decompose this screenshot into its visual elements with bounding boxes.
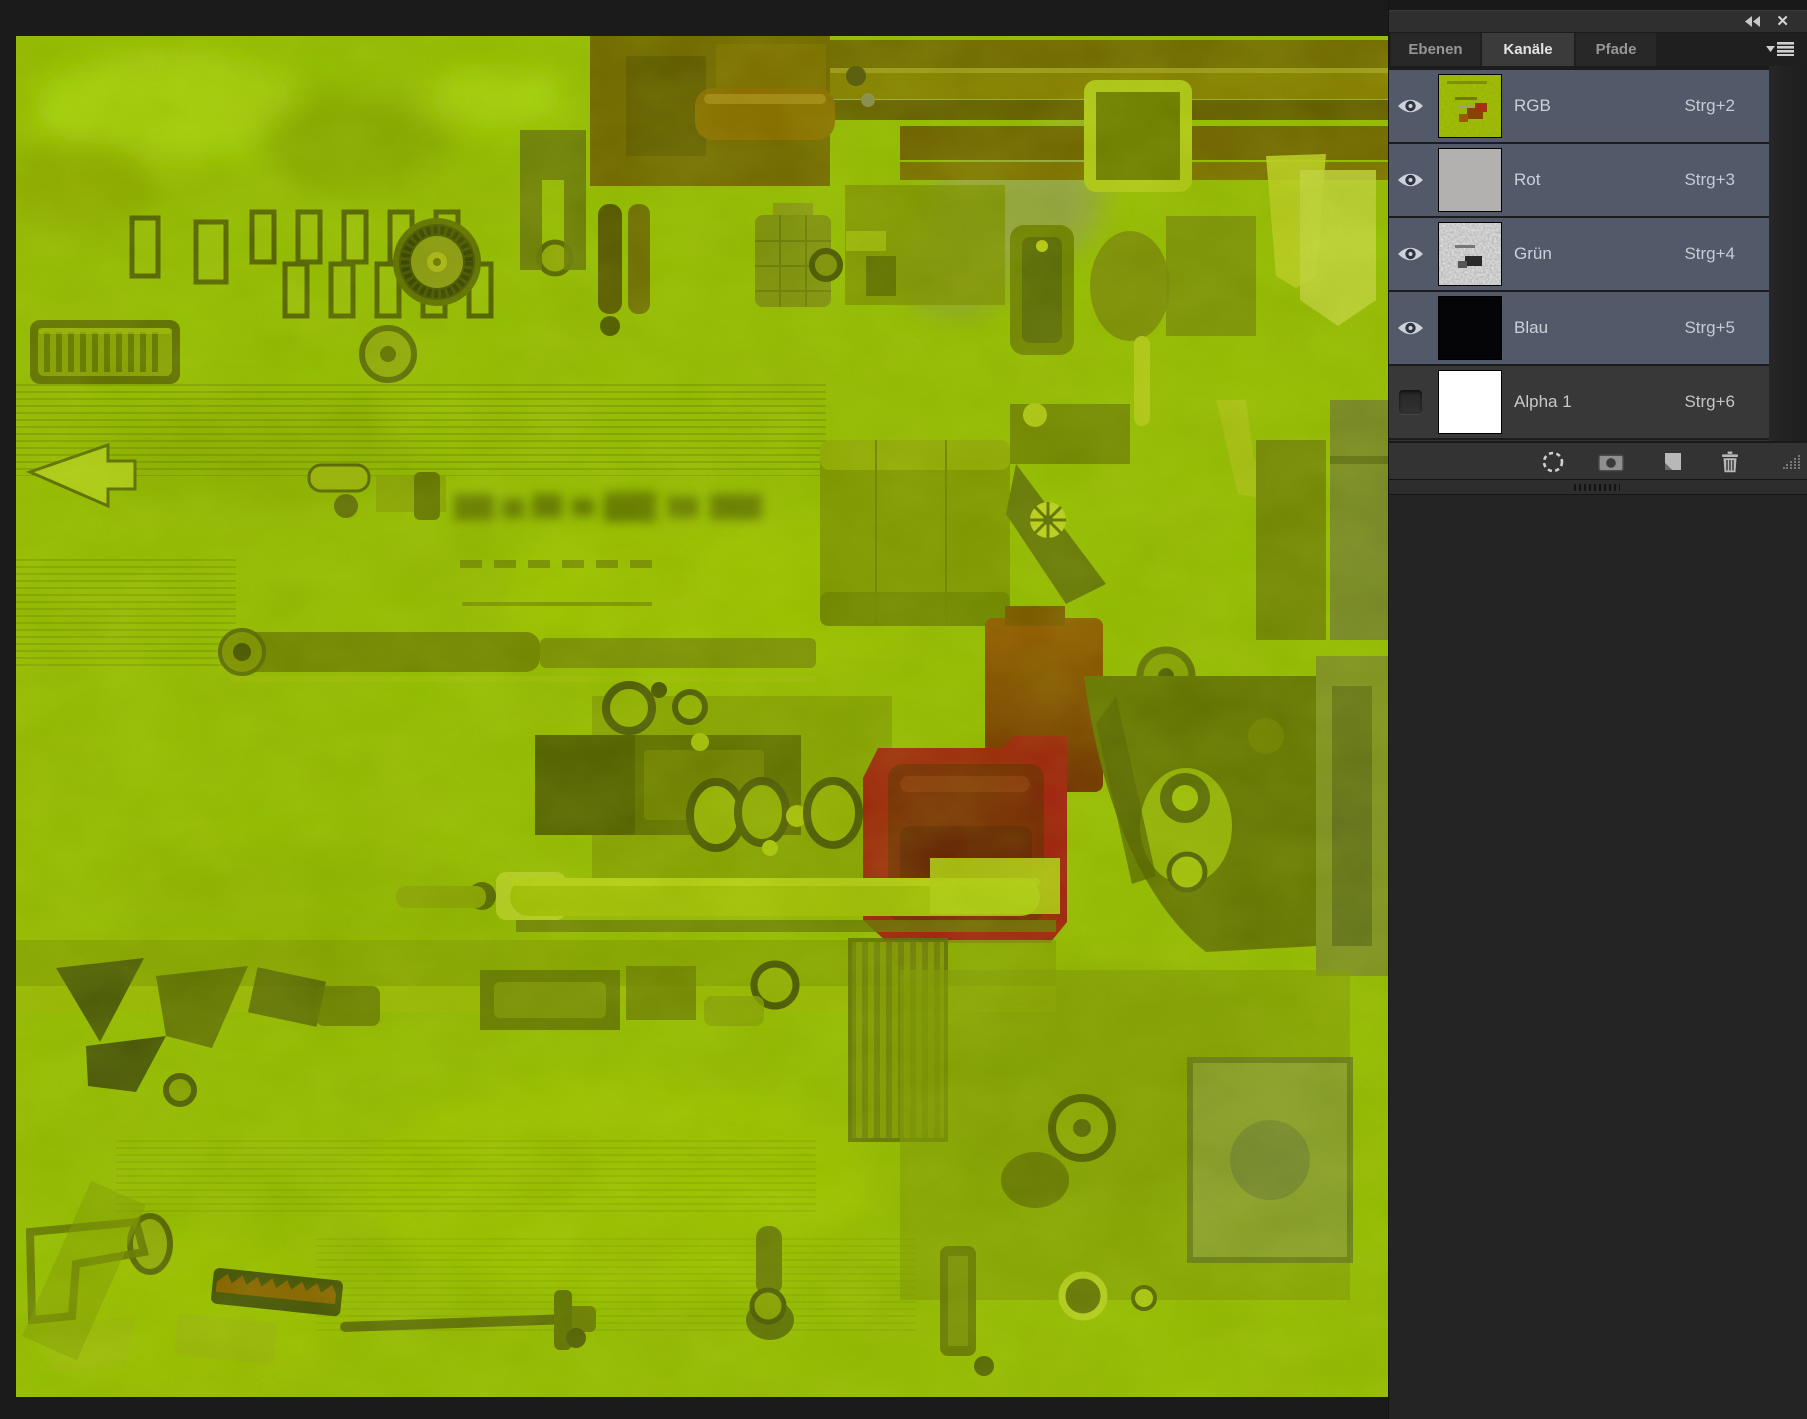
- panel-drag-handle[interactable]: [1574, 484, 1620, 491]
- channel-thumbnail: [1438, 222, 1502, 286]
- panel-bottom-divider: [1389, 479, 1807, 495]
- new-channel-button[interactable]: [1660, 450, 1686, 474]
- tab-kanaele[interactable]: Kanäle: [1482, 33, 1574, 66]
- visibility-toggle[interactable]: [1389, 171, 1431, 189]
- empty-visibility-well: [1398, 390, 1422, 414]
- visibility-toggle[interactable]: [1389, 319, 1431, 337]
- eye-icon: [1397, 321, 1423, 335]
- channel-row-blau[interactable]: Blau Strg+5: [1389, 292, 1769, 364]
- document-canvas[interactable]: [16, 36, 1388, 1397]
- collapse-panel-icon[interactable]: [1745, 16, 1761, 27]
- panel-menu-icon[interactable]: [1766, 42, 1794, 61]
- channels-panel: ✕ Ebenen Kanäle Pfade RGB Strg+2 Rot Str…: [1388, 0, 1807, 1419]
- channel-name: Grün: [1514, 244, 1552, 263]
- channel-shortcut: Strg+4: [1684, 244, 1735, 263]
- channel-name: Rot: [1514, 170, 1541, 189]
- channel-row-rot[interactable]: Rot Strg+3: [1389, 144, 1769, 216]
- eye-icon: [1397, 247, 1423, 261]
- delete-channel-button[interactable]: [1717, 450, 1743, 474]
- channel-name: RGB: [1514, 96, 1551, 115]
- panel-footer-toolbar: [1389, 441, 1807, 479]
- channel-row-rgb[interactable]: RGB Strg+2: [1389, 70, 1769, 142]
- visibility-toggle[interactable]: [1389, 97, 1431, 115]
- dashed-circle-icon: [1542, 451, 1564, 473]
- close-panel-button[interactable]: ✕: [1776, 14, 1789, 29]
- channel-row-alpha1[interactable]: Alpha 1 Strg+6: [1389, 366, 1769, 438]
- channel-list: RGB Strg+2 Rot Strg+3 Grün Strg+4 Blau S…: [1389, 66, 1769, 440]
- channel-shortcut: Strg+6: [1684, 392, 1735, 411]
- tab-ebenen[interactable]: Ebenen: [1391, 33, 1480, 66]
- new-page-icon: [1665, 453, 1681, 470]
- channels-panel-body: RGB Strg+2 Rot Strg+3 Grün Strg+4 Blau S…: [1389, 66, 1807, 495]
- save-selection-as-channel-button[interactable]: [1598, 450, 1624, 474]
- channel-thumbnail: [1438, 296, 1502, 360]
- channel-name: Alpha 1: [1514, 392, 1572, 411]
- panel-title-bar: ✕: [1389, 10, 1807, 33]
- channel-thumbnail: [1438, 148, 1502, 212]
- visibility-toggle[interactable]: [1389, 245, 1431, 263]
- trash-icon: [1722, 451, 1738, 473]
- canvas-image: [16, 36, 1388, 1397]
- panel-resize-grip[interactable]: [1783, 455, 1801, 476]
- channel-shortcut: Strg+2: [1684, 96, 1735, 115]
- application-window: ✕ Ebenen Kanäle Pfade RGB Strg+2 Rot Str…: [0, 0, 1807, 1419]
- channel-thumbnail: [1438, 370, 1502, 434]
- channel-row-gruen[interactable]: Grün Strg+4: [1389, 218, 1769, 290]
- mask-icon: [1598, 454, 1624, 471]
- panel-tab-bar: Ebenen Kanäle Pfade: [1389, 33, 1807, 66]
- channel-name: Blau: [1514, 318, 1549, 337]
- channel-shortcut: Strg+3: [1684, 170, 1735, 189]
- tab-pfade[interactable]: Pfade: [1576, 33, 1656, 66]
- list-right-gutter: [1769, 66, 1807, 443]
- eye-icon: [1397, 173, 1423, 187]
- channel-shortcut: Strg+5: [1684, 318, 1735, 337]
- eye-icon: [1397, 99, 1423, 113]
- visibility-toggle[interactable]: [1389, 390, 1431, 414]
- load-channel-as-selection-button[interactable]: [1540, 450, 1566, 474]
- channel-thumbnail: [1438, 74, 1502, 138]
- panel-top-gap: [1389, 0, 1807, 10]
